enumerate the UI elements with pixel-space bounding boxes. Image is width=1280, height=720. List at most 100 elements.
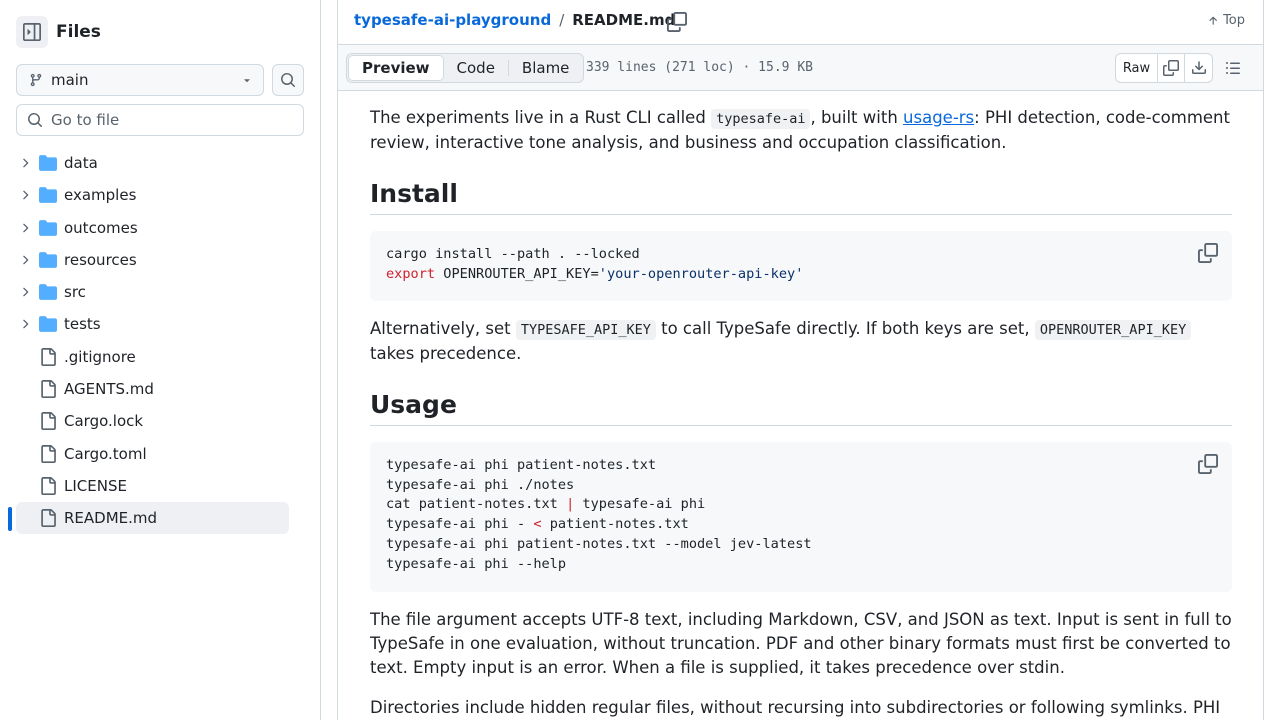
tree-file-license[interactable]: LICENSE — [0, 470, 320, 502]
tab-code[interactable]: Code — [444, 55, 508, 81]
tab-preview[interactable]: Preview — [348, 55, 444, 81]
branch-selector[interactable]: main — [16, 64, 264, 96]
tree-folder-data[interactable]: data — [0, 147, 320, 179]
top-link-label: Top — [1223, 13, 1245, 28]
go-to-file-input[interactable] — [51, 111, 291, 129]
file-info: 339 lines (271 loc) · 15.9 KB — [586, 60, 813, 75]
file-tree-sidebar: Files main data examples outcomes resources… — [0, 0, 321, 720]
chevron-right-icon[interactable] — [18, 188, 32, 202]
chevron-right-icon[interactable] — [18, 253, 32, 267]
alt-text: takes precedence. — [370, 344, 522, 363]
chevron-right-icon[interactable] — [18, 285, 32, 299]
alt-text: Alternatively, set — [370, 319, 516, 338]
readme-content: The experiments live in a Rust CLI calle… — [370, 91, 1232, 720]
sidebar-header: Files — [16, 16, 101, 48]
file-tree: data examples outcomes resources src tests .gi… — [0, 147, 320, 535]
file-icon — [39, 347, 57, 366]
code-line: typesafe-ai phi ./notes — [386, 476, 575, 493]
chevron-right-icon[interactable] — [18, 221, 32, 235]
breadcrumb-repo-link[interactable]: typesafe-ai-playground — [354, 11, 551, 29]
intro-text: , built with — [810, 108, 904, 127]
tree-folder-resources[interactable]: resources — [0, 244, 320, 276]
copy-code-icon[interactable] — [1198, 454, 1218, 474]
tree-item-label: .gitignore — [64, 347, 136, 366]
view-mode-tabs: Preview Code Blame — [346, 53, 585, 83]
file-argument-paragraph: The file argument accepts UTF-8 text, in… — [370, 610, 1232, 677]
tree-folder-examples[interactable]: examples — [0, 179, 320, 211]
usage-rs-link[interactable]: usage-rs — [903, 108, 974, 127]
copy-raw-button[interactable] — [1158, 54, 1185, 82]
list-unordered-icon — [1226, 62, 1240, 74]
usage-heading: Usage — [370, 390, 1232, 426]
outline-button[interactable] — [1222, 57, 1244, 79]
tree-file-cargo-toml[interactable]: Cargo.toml — [0, 438, 320, 470]
tree-item-label: LICENSE — [64, 476, 127, 495]
code-line: cargo install --path . --locked — [386, 246, 640, 262]
install-code-block: cargo install --path . --locked export O… — [370, 231, 1232, 301]
breadcrumb-separator: / — [559, 11, 565, 29]
tree-folder-src[interactable]: src — [0, 276, 320, 308]
selected-indicator — [8, 507, 12, 532]
folder-icon — [39, 154, 57, 172]
tree-item-label: data — [64, 154, 98, 172]
file-icon — [39, 476, 57, 495]
git-branch-icon — [30, 73, 42, 87]
file-icon — [39, 380, 57, 399]
sidebar-title: Files — [56, 22, 101, 42]
code-keyword: export — [386, 265, 436, 282]
search-icon — [28, 113, 42, 127]
go-to-file-field[interactable] — [16, 104, 304, 136]
code-line: patient-notes.txt — [541, 516, 689, 533]
alternative-paragraph: Alternatively, set TYPESAFE_API_KEY to c… — [370, 317, 1232, 366]
tree-item-label: src — [64, 283, 86, 302]
sidebar-collapse-icon — [23, 23, 41, 41]
branch-name: main — [51, 71, 89, 89]
folder-icon — [39, 315, 57, 333]
tree-item-label: outcomes — [64, 218, 138, 237]
collapse-sidebar-button[interactable] — [16, 16, 48, 48]
caret-down-icon — [244, 79, 250, 83]
arrow-up-icon — [1209, 16, 1217, 25]
copy-path-icon[interactable] — [667, 12, 687, 32]
chevron-right-icon[interactable] — [18, 156, 32, 170]
raw-button[interactable]: Raw — [1116, 54, 1158, 82]
file-icon — [39, 444, 57, 463]
folder-icon — [39, 283, 57, 301]
inline-code: TYPESAFE_API_KEY — [515, 320, 656, 340]
tree-item-label: tests — [64, 315, 101, 334]
tree-file-gitignore[interactable]: .gitignore — [0, 341, 320, 373]
tree-item-label: AGENTS.md — [64, 380, 154, 399]
tree-item-label: Cargo.lock — [64, 412, 144, 431]
folder-icon — [39, 219, 57, 237]
tree-item-label: examples — [64, 186, 137, 205]
inline-code: typesafe-ai — [711, 109, 811, 129]
code-line: typesafe-ai phi — [574, 496, 706, 513]
file-header: typesafe-ai-playground / README.md Top — [338, 0, 1263, 45]
file-icon — [39, 412, 57, 431]
download-button[interactable] — [1185, 54, 1212, 82]
code-operator: < — [533, 516, 542, 533]
tree-file-readme-md[interactable]: README.md — [0, 502, 320, 535]
tree-file-cargo-lock[interactable]: Cargo.lock — [0, 405, 320, 437]
folder-icon — [39, 251, 57, 269]
top-link[interactable]: Top — [1207, 13, 1245, 28]
copy-icon — [1163, 60, 1179, 76]
usage-code-block: typesafe-ai phi patient-notes.txt typesa… — [370, 442, 1232, 592]
alt-text: to call TypeSafe directly. If both keys … — [655, 319, 1035, 338]
code-line: cat patient-notes.txt — [386, 496, 567, 513]
tree-file-agents-md[interactable]: AGENTS.md — [0, 373, 320, 405]
tab-blame[interactable]: Blame — [509, 55, 583, 81]
install-heading: Install — [370, 179, 1232, 215]
copy-code-icon[interactable] — [1198, 243, 1218, 263]
code-line: typesafe-ai phi --help — [386, 555, 567, 572]
download-icon — [1191, 61, 1206, 74]
install-code: cargo install --path . --locked export O… — [386, 245, 1216, 284]
tree-folder-tests[interactable]: tests — [0, 308, 320, 340]
directories-paragraph: Directories include hidden regular files… — [370, 698, 1221, 717]
tree-folder-outcomes[interactable]: outcomes — [0, 212, 320, 244]
chevron-right-icon[interactable] — [18, 317, 32, 331]
intro-paragraph: The experiments live in a Rust CLI calle… — [370, 106, 1232, 155]
tree-item-label: README.md — [64, 509, 158, 528]
search-files-button[interactable] — [272, 64, 304, 96]
breadcrumb: typesafe-ai-playground / README.md — [354, 11, 675, 29]
